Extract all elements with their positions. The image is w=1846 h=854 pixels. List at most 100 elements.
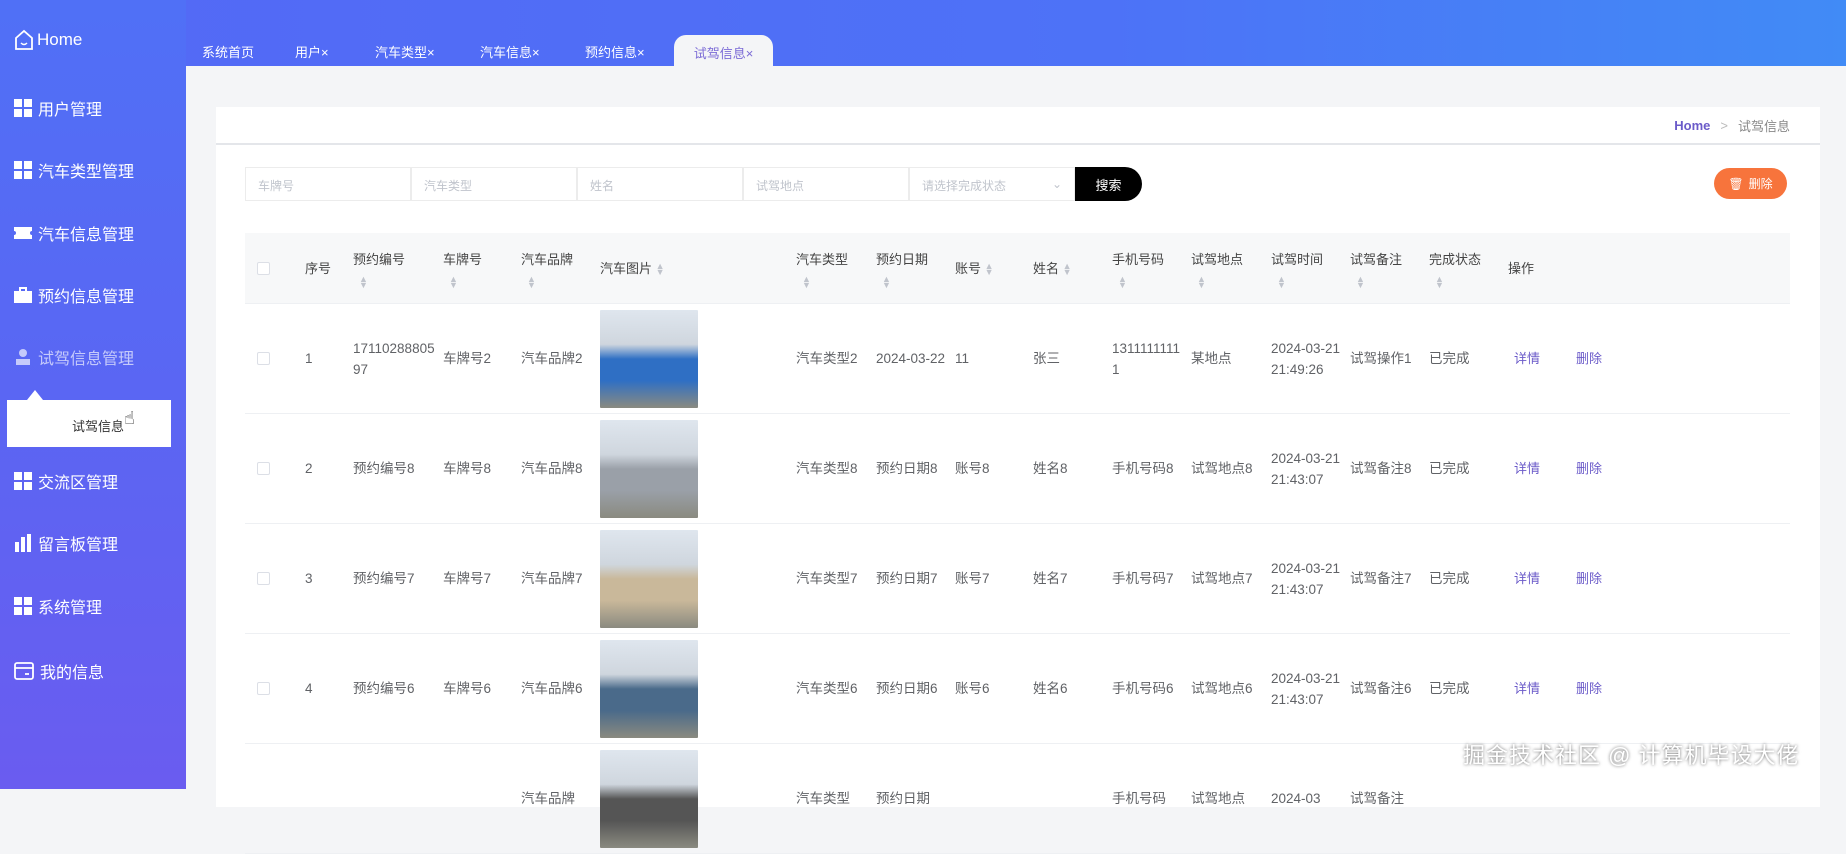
detail-link[interactable]: 详情 — [1514, 461, 1540, 476]
grid-icon — [14, 472, 32, 490]
sort-icon[interactable]: ▲ ▼ — [1429, 274, 1500, 289]
column-header: 试驾备注 ▲ ▼ — [1350, 249, 1429, 290]
sort-icon[interactable]: ▲ ▼ — [1063, 262, 1072, 277]
table-row: 3 预约编号7 车牌号7 汽车品牌7 汽车类型7 预约日期7 账号7 姓名7 手机号码7 试驾地点… — [245, 524, 1790, 634]
sort-icon[interactable]: ▲ ▼ — [443, 274, 513, 289]
table-row: 2 预约编号8 车牌号8 汽车品牌8 汽车类型8 预约日期8 账号8 姓名8 手机号码8 试驾地点… — [245, 414, 1790, 524]
name-search-input[interactable]: 姓名 — [577, 167, 743, 201]
cell-place: 试驾地点7 — [1191, 571, 1253, 586]
sort-icon[interactable]: ▲ ▼ — [985, 262, 994, 277]
tab-2[interactable]: 汽车类型× — [375, 42, 435, 61]
cell-type: 汽车类型7 — [796, 571, 858, 586]
detail-link[interactable]: 详情 — [1514, 351, 1540, 366]
plate-placeholder: 车牌号 — [258, 179, 295, 193]
detail-link[interactable]: 详情 — [1514, 681, 1540, 696]
chevron-down-icon: ⌄ — [1051, 177, 1062, 191]
cell-no: 2 — [305, 461, 313, 476]
cell-phone: 手机号码7 — [1112, 571, 1174, 586]
actions-cell: 详情 删除 — [1508, 678, 1790, 699]
cell-status: 已完成 — [1429, 681, 1470, 696]
row-checkbox[interactable] — [257, 462, 270, 475]
sidebar-home[interactable]: Home — [14, 29, 82, 51]
row-checkbox[interactable] — [257, 352, 270, 365]
sidebar-item-0[interactable]: 用户管理 — [14, 96, 102, 120]
car-type-search-input[interactable]: 汽车类型 — [411, 167, 577, 201]
tab-0[interactable]: 系统首页 — [202, 42, 254, 61]
column-header: 汽车图片 ▲ ▼ — [600, 258, 796, 279]
cell-note: 试驾备注8 — [1350, 461, 1412, 476]
delete-link[interactable]: 删除 — [1576, 571, 1602, 586]
sort-icon[interactable]: ▲ ▼ — [1350, 274, 1421, 289]
cell-code: 预约编号7 — [353, 571, 415, 586]
row-checkbox[interactable] — [257, 572, 270, 585]
column-header-label: 汽车类型 — [796, 251, 849, 267]
sidebar-item-2[interactable]: 汽车信息管理 — [14, 221, 134, 245]
row-checkbox[interactable] — [257, 682, 270, 695]
tab-3[interactable]: 汽车信息× — [480, 42, 540, 61]
select-all-checkbox[interactable] — [257, 261, 270, 275]
cell-place: 试驾地点6 — [1191, 681, 1253, 696]
select-all-cell — [245, 261, 305, 275]
cell-type: 汽车类型6 — [796, 681, 858, 696]
column-header: 操作 — [1508, 258, 1790, 279]
breadcrumb: Home > 试驾信息 — [216, 107, 1820, 145]
sort-icon[interactable]: ▲ ▼ — [1271, 274, 1342, 289]
cell-time: 2024-03-21 21:43:07 — [1271, 670, 1341, 707]
cell-type: 汽车类型8 — [796, 461, 858, 476]
sort-icon[interactable]: ▲ ▼ — [1112, 274, 1183, 289]
delete-link[interactable]: 删除 — [1576, 461, 1602, 476]
cell-no: 3 — [305, 571, 313, 586]
sort-icon[interactable]: ▲ ▼ — [796, 274, 868, 289]
cell-time: 2024-03-21 21:49:26 — [1271, 340, 1341, 377]
table-row: 1 1711028880597 车牌号2 汽车品牌2 汽车类型2 2024-03-22 11… — [245, 304, 1790, 414]
sidebar-item-7[interactable]: 系统管理 — [14, 594, 102, 618]
cell-date: 预约日期 — [876, 791, 930, 806]
tab-1[interactable]: 用户× — [295, 42, 329, 61]
column-header: 试驾地点 ▲ ▼ — [1191, 249, 1271, 290]
sidebar-item-label: 汽车信息管理 — [38, 227, 135, 244]
cell-note: 试驾备注6 — [1350, 681, 1412, 696]
card-icon — [14, 662, 34, 680]
sidebar-item-6[interactable]: 留言板管理 — [14, 531, 118, 555]
delete-link[interactable]: 删除 — [1576, 681, 1602, 696]
grid-icon — [14, 99, 32, 117]
sort-icon[interactable]: ▲ ▼ — [656, 262, 665, 277]
tab-active[interactable]: 试驾信息× — [674, 35, 773, 67]
submenu-item-test-drive-info[interactable]: 试驾信息 — [72, 419, 124, 434]
status-select[interactable]: 请选择完成状态 ⌄ — [909, 167, 1075, 201]
sidebar-item-5[interactable]: 交流区管理 — [14, 469, 118, 493]
sidebar-item-1[interactable]: 汽车类型管理 — [14, 158, 134, 182]
column-header: 完成状态 ▲ ▼ — [1429, 249, 1508, 290]
sort-icon[interactable]: ▲ ▼ — [521, 274, 592, 289]
sidebar-item-8[interactable]: 我的信息 — [14, 659, 104, 683]
actions-cell: 详情 删除 — [1508, 348, 1790, 369]
cell-note: 试驾备注 — [1350, 791, 1404, 806]
sort-icon[interactable]: ▲ ▼ — [1191, 274, 1263, 289]
column-header-label: 汽车图片 — [600, 260, 653, 276]
car-type-placeholder: 汽车类型 — [424, 179, 473, 193]
car-image — [600, 419, 698, 518]
table-header: 序号 预约编号 ▲ ▼ 车牌号 ▲ ▼ 汽车品牌 ▲ ▼ 汽车图片 ▲ ▼ 汽车类型 ▲ ▼ 预约日期 ▲ ▼ 账号… — [245, 233, 1790, 304]
sidebar-item-4[interactable]: 试驾信息管理 — [14, 345, 134, 369]
column-header: 姓名 ▲ ▼ — [1033, 258, 1112, 279]
column-header: 账号 ▲ ▼ — [955, 258, 1033, 279]
row-checkbox-cell — [245, 462, 305, 475]
tab-4[interactable]: 预约信息× — [585, 42, 645, 61]
sort-icon[interactable]: ▲ ▼ — [876, 274, 947, 289]
batch-delete-button[interactable]: 🗑 删除 — [1714, 168, 1787, 199]
sort-icon[interactable]: ▲ ▼ — [353, 274, 435, 289]
grid-icon — [14, 161, 32, 179]
breadcrumb-home[interactable]: Home — [1674, 118, 1710, 133]
plate-search-input[interactable]: 车牌号 — [245, 167, 411, 201]
sidebar-item-3[interactable]: 预约信息管理 — [14, 283, 134, 307]
place-search-input[interactable]: 试驾地点 — [743, 167, 909, 201]
car-image — [600, 639, 698, 738]
delete-link[interactable]: 删除 — [1576, 351, 1602, 366]
detail-link[interactable]: 详情 — [1514, 571, 1540, 586]
cell-brand: 汽车品牌 — [521, 791, 575, 806]
column-header-label: 试驾时间 — [1271, 251, 1324, 267]
search-button[interactable]: 搜索 — [1075, 167, 1142, 201]
sidebar-item-label: 系统管理 — [38, 600, 103, 617]
bar-chart-icon — [14, 534, 32, 552]
column-header-label: 账号 — [955, 260, 982, 276]
